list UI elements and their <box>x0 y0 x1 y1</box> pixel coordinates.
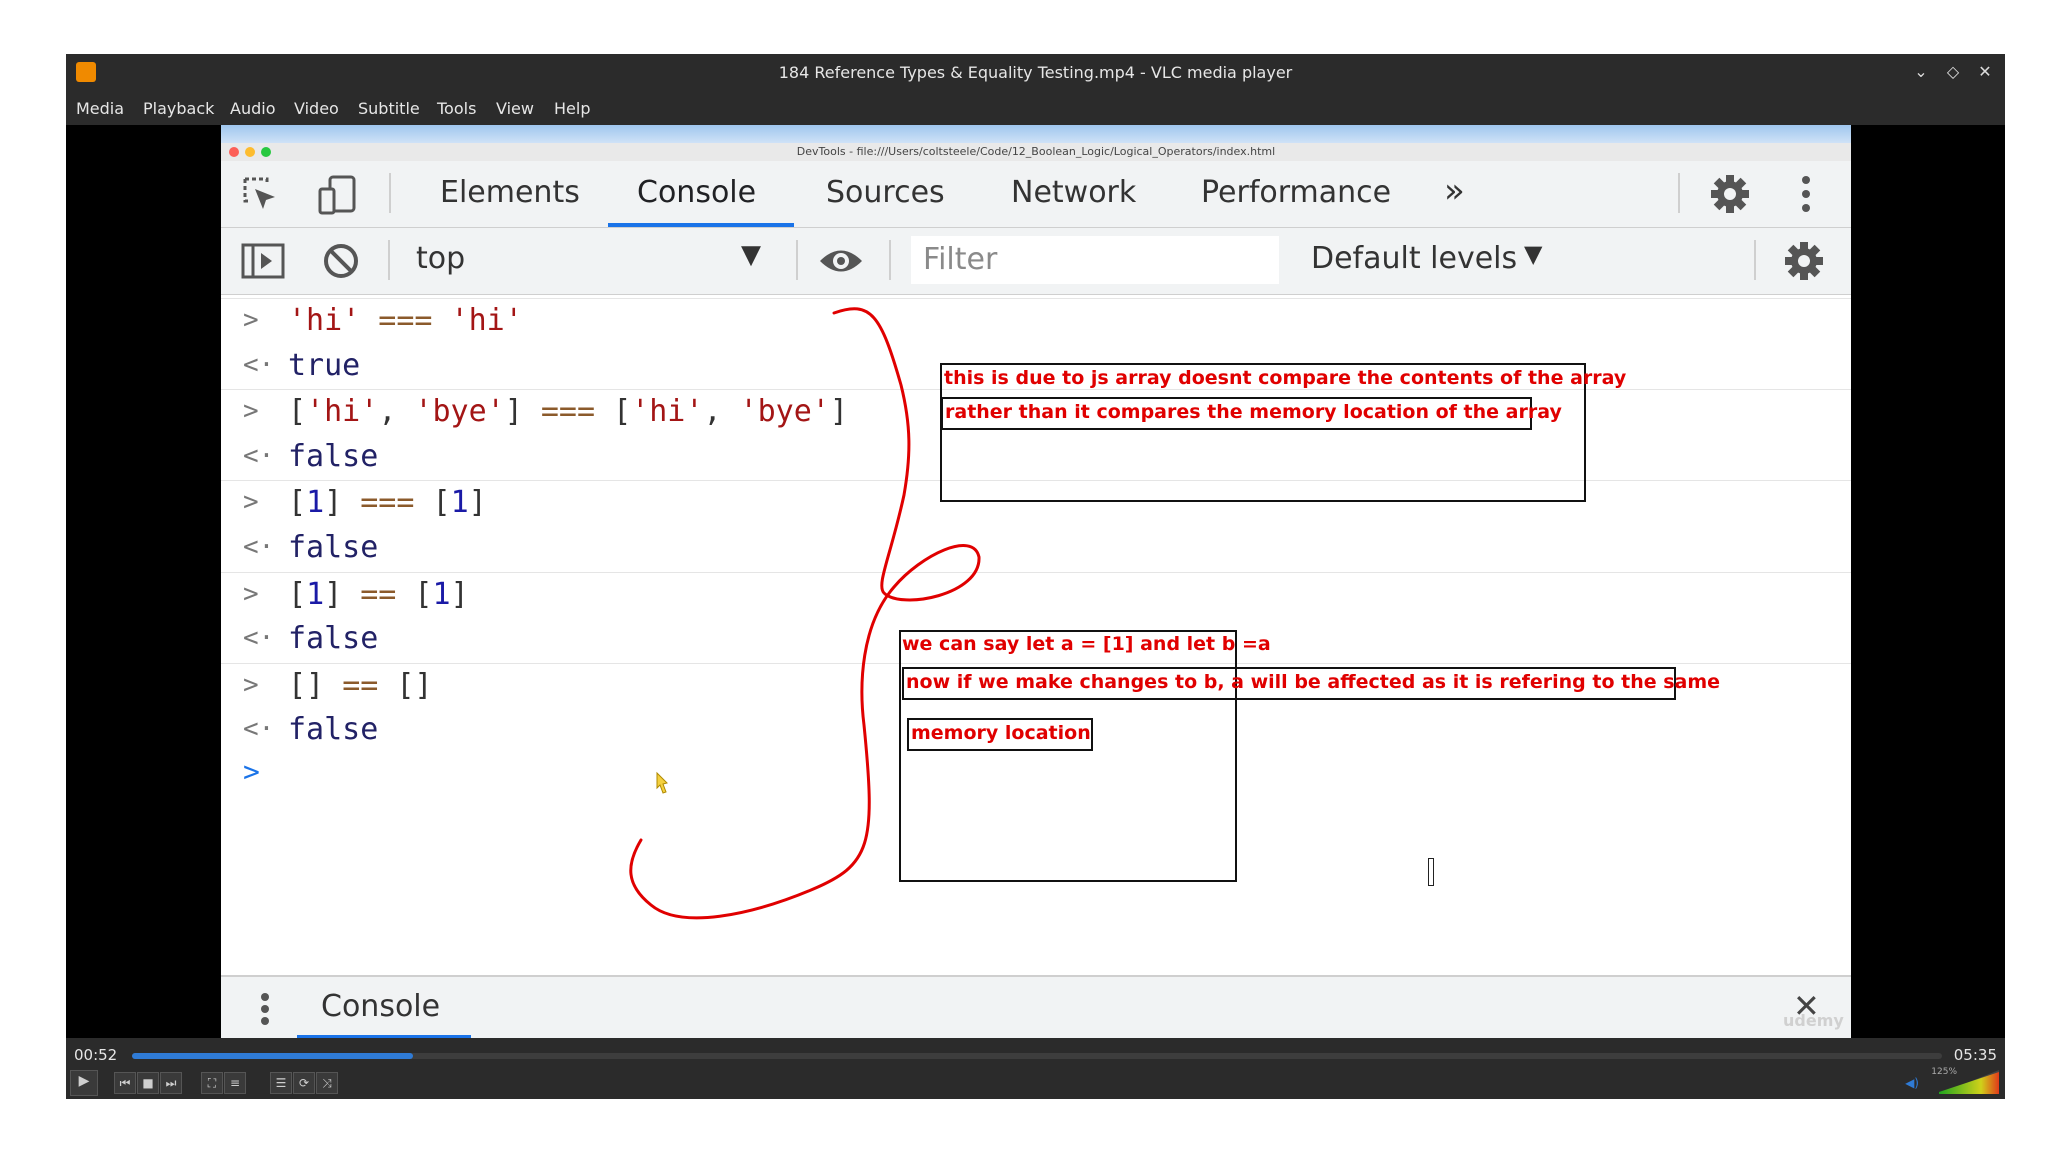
menu-subtitle[interactable]: Subtitle <box>358 99 420 118</box>
title-bar: 184 Reference Types & Equality Testing.m… <box>66 54 2005 91</box>
seek-progress <box>132 1053 413 1059</box>
speaker-icon[interactable]: ◀) <box>1905 1076 1919 1090</box>
drawer-tab-console[interactable]: Console <box>321 989 440 1024</box>
menu-view[interactable]: View <box>496 99 534 118</box>
annotation-text: we can say let a = [1] and let b =a <box>902 633 1271 655</box>
volume-label: 125% <box>1931 1067 1957 1077</box>
annotation-text: this is due to js array doesnt compare t… <box>944 367 1627 389</box>
total-time: 05:35 <box>1953 1046 1997 1064</box>
extended-settings-button[interactable]: ≡ <box>224 1072 246 1094</box>
fullscreen-button[interactable]: ⛶ <box>201 1072 223 1094</box>
playlist-button[interactable]: ☰ <box>270 1072 292 1094</box>
menu-bar: Media Playback Audio Video Subtitle Tool… <box>66 91 2005 125</box>
seek-bar[interactable] <box>132 1053 1942 1059</box>
vlc-window: 184 Reference Types & Equality Testing.m… <box>66 54 2005 1099</box>
menu-video[interactable]: Video <box>294 99 339 118</box>
video-area[interactable]: DevTools - file:///Users/coltsteele/Code… <box>66 125 2005 1040</box>
maximize-icon[interactable]: ◇ <box>1941 60 1965 84</box>
play-button[interactable]: ▶ <box>70 1070 98 1096</box>
current-time: 00:52 <box>74 1046 118 1064</box>
loop-button[interactable]: ⟳ <box>293 1072 315 1094</box>
next-button[interactable]: ⏭ <box>160 1072 182 1094</box>
menu-media[interactable]: Media <box>76 99 124 118</box>
previous-button[interactable]: ⏮ <box>114 1072 136 1094</box>
console-drawer: Console ✕ udemy <box>221 975 1851 1040</box>
devtools-frame: DevTools - file:///Users/coltsteele/Code… <box>221 125 1851 1040</box>
menu-audio[interactable]: Audio <box>230 99 275 118</box>
player-controls: 00:52 05:35 ▶ ⏮ ■ ⏭ ⛶ ≡ ☰ ⟳ ⤨ ◀) 125% <box>66 1038 2005 1099</box>
menu-tools[interactable]: Tools <box>437 99 476 118</box>
menu-help[interactable]: Help <box>554 99 590 118</box>
udemy-watermark: udemy <box>1783 1011 1844 1030</box>
annotation-text: rather than it compares the memory locat… <box>945 401 1562 423</box>
ink-drawing <box>629 307 981 920</box>
window-title: 184 Reference Types & Equality Testing.m… <box>778 63 1293 82</box>
annotation-text: now if we make changes to b, a will be a… <box>906 671 1721 693</box>
close-icon[interactable]: ✕ <box>1973 60 1997 84</box>
annotation-text: memory location <box>911 722 1091 744</box>
stop-button[interactable]: ■ <box>137 1072 159 1094</box>
menu-playback[interactable]: Playback <box>143 99 214 118</box>
minimize-icon[interactable]: ⌄ <box>1909 60 1933 84</box>
drawer-menu-icon[interactable] <box>259 991 271 1027</box>
shuffle-button[interactable]: ⤨ <box>316 1072 338 1094</box>
